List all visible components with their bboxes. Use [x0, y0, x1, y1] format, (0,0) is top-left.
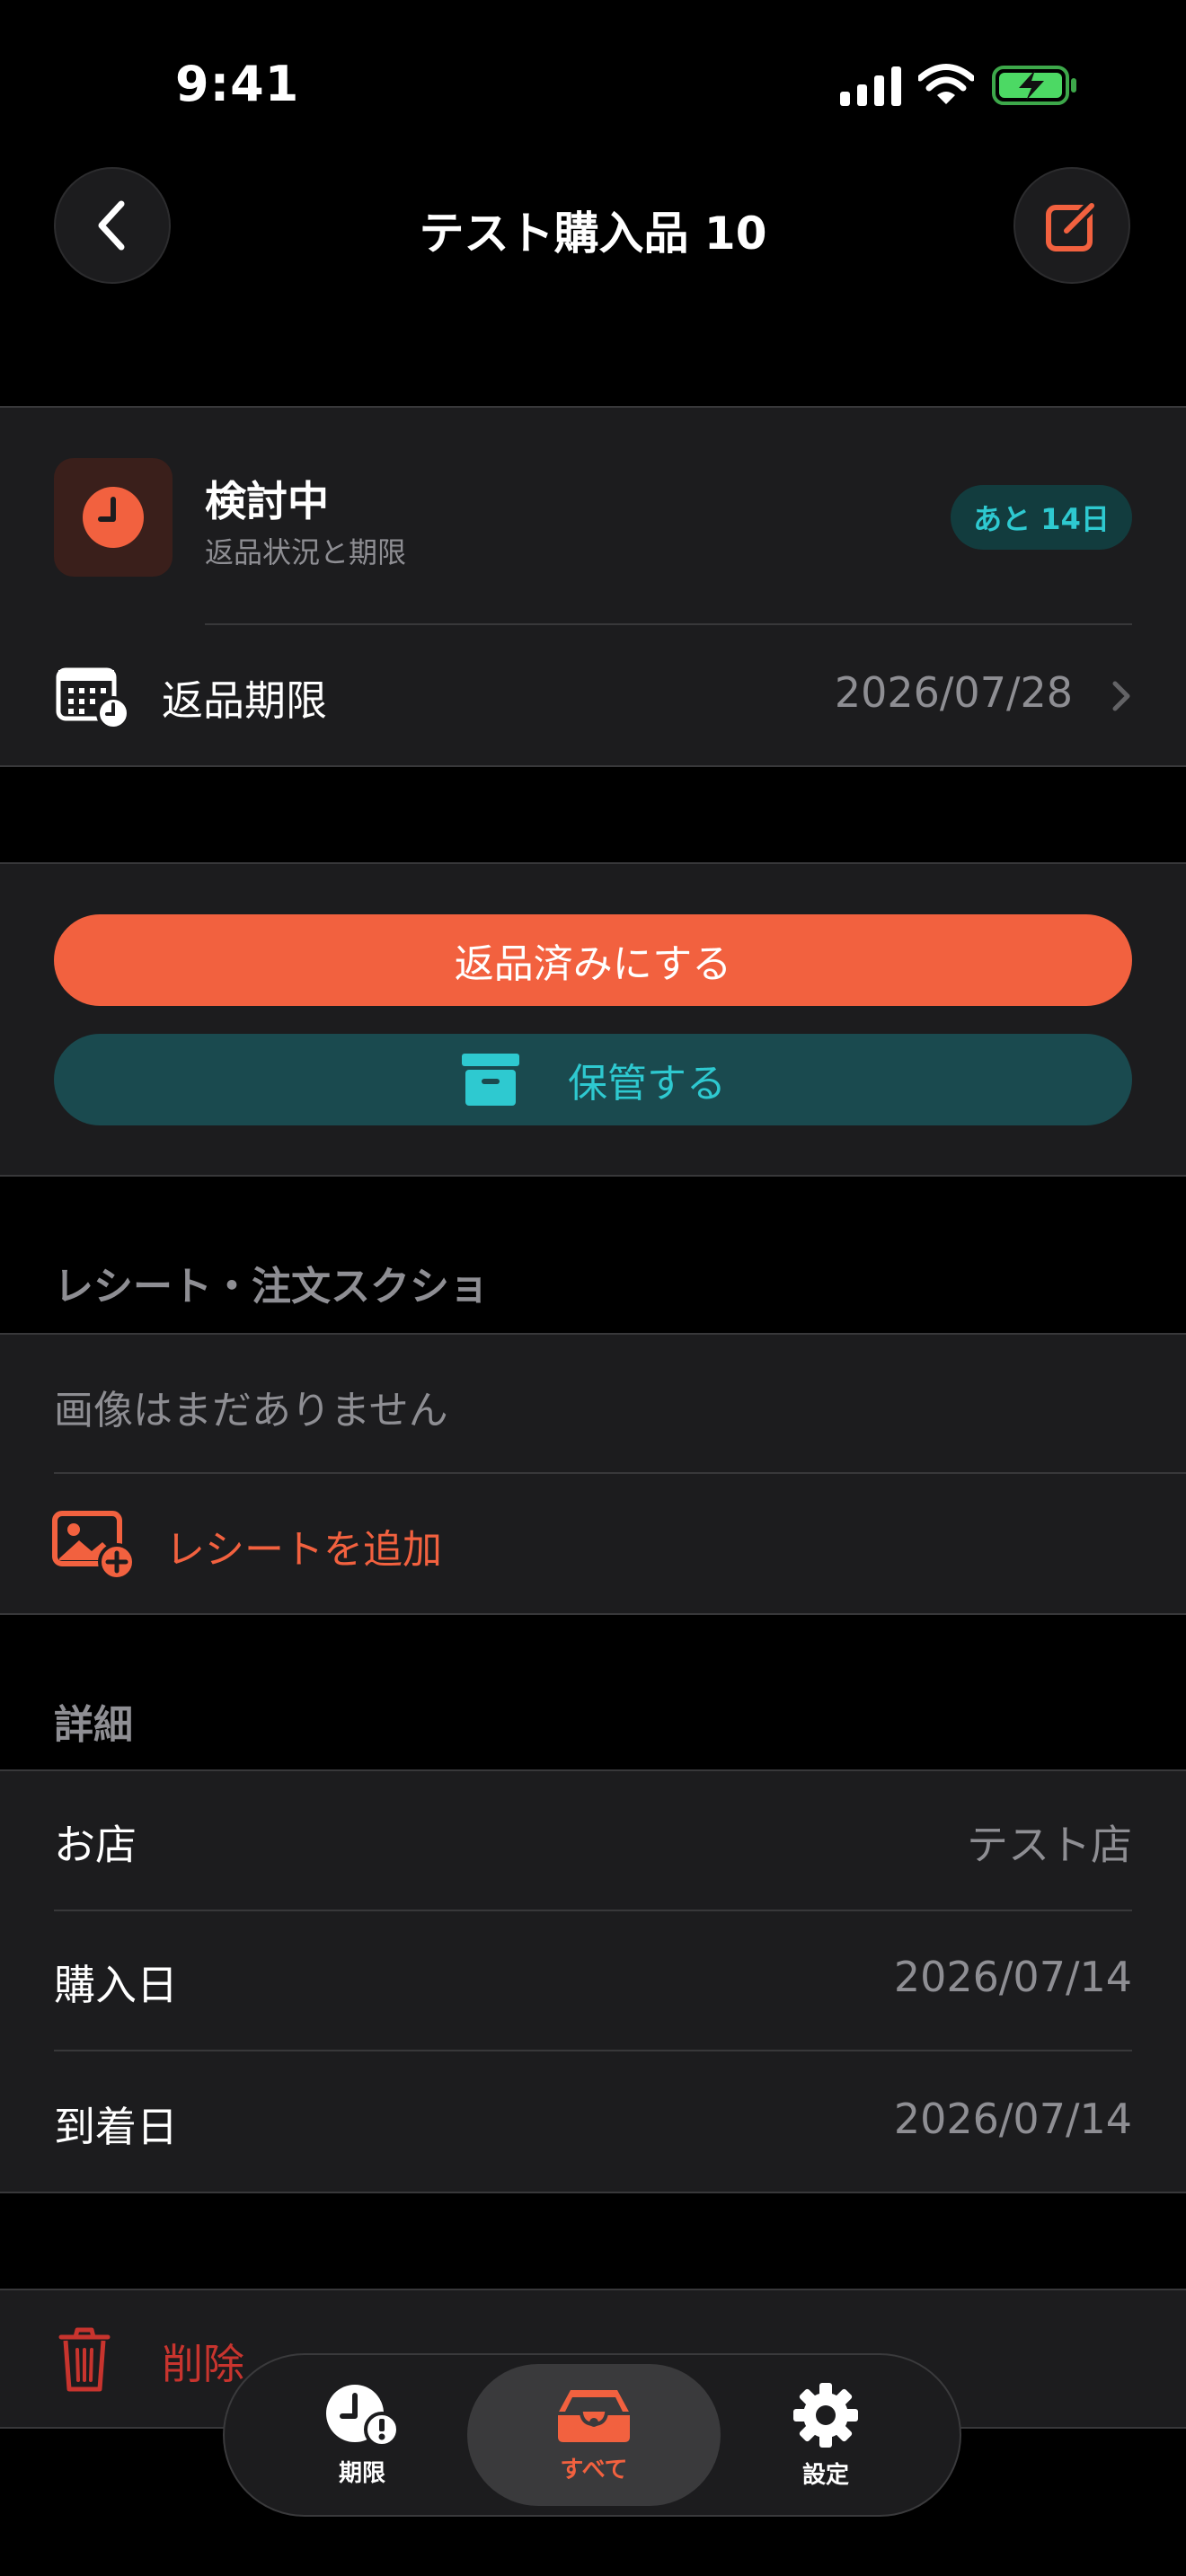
status-icon-box — [54, 458, 173, 577]
no-images-text: 画像はまだありません — [54, 1388, 448, 1434]
tab-label: 設定 — [801, 2461, 849, 2489]
tab-deadline[interactable]: 期限 — [235, 2364, 489, 2506]
detail-value: 2026/07/14 — [893, 2095, 1132, 2143]
tab-label: すべて — [560, 2456, 628, 2483]
days-left-badge: あと 14日 — [951, 485, 1132, 550]
detail-row-purchase-date: 購入日 2026/07/14 — [0, 1911, 1186, 2050]
cellular-signal-icon — [840, 66, 901, 106]
actions-card — [0, 862, 1186, 1177]
status-subtitle: 返品状況と期限 — [205, 535, 407, 569]
status-time: 9:41 — [175, 56, 300, 112]
detail-label: お店 — [54, 1821, 137, 1869]
delete-label: 削除 — [162, 2340, 244, 2388]
clock-alert-icon — [326, 2384, 400, 2448]
archive-label: 保管する — [568, 1061, 726, 1107]
page-title: テスト購入品 10 — [419, 207, 767, 260]
chevron-right-icon — [1112, 681, 1130, 711]
archive-box-icon — [462, 1054, 519, 1106]
trash-icon — [58, 2327, 111, 2392]
add-photo-icon — [52, 1511, 135, 1580]
deadline-row[interactable]: 返品期限 2026/07/28 — [0, 625, 1186, 765]
tab-settings[interactable]: 設定 — [699, 2364, 952, 2506]
deadline-value: 2026/07/28 — [834, 668, 1073, 717]
details-header: 詳細 — [54, 1702, 133, 1748]
edit-icon — [1046, 199, 1098, 251]
wifi-icon — [918, 64, 974, 104]
status-title: 検討中 — [205, 477, 329, 525]
detail-row-arrival-date: 到着日 2026/07/14 — [0, 2051, 1186, 2192]
tab-label: 期限 — [338, 2459, 385, 2487]
deadline-label: 返品期限 — [162, 676, 327, 725]
clock-icon — [83, 487, 144, 548]
detail-row-shop: お店 テスト店 — [0, 1771, 1186, 1910]
detail-label: 購入日 — [54, 1961, 178, 2009]
detail-label: 到着日 — [54, 2103, 178, 2151]
edit-button[interactable] — [1013, 167, 1130, 284]
calendar-clock-icon — [56, 667, 129, 729]
archive-button[interactable]: 保管する — [54, 1034, 1132, 1125]
detail-value: 2026/07/14 — [893, 1953, 1132, 2001]
tab-all[interactable]: すべて — [467, 2364, 721, 2506]
add-receipt-button[interactable]: レシートを追加 — [0, 1474, 1186, 1614]
tray-icon — [558, 2389, 630, 2442]
add-receipt-label: レシートを追加 — [165, 1527, 442, 1573]
battery-charging-icon — [992, 66, 1076, 105]
gear-icon — [793, 2382, 858, 2448]
receipts-header: レシート・注文スクショ — [54, 1264, 489, 1310]
mark-returned-button[interactable]: 返品済みにする — [54, 914, 1132, 1006]
detail-value: テスト店 — [967, 1821, 1132, 1869]
